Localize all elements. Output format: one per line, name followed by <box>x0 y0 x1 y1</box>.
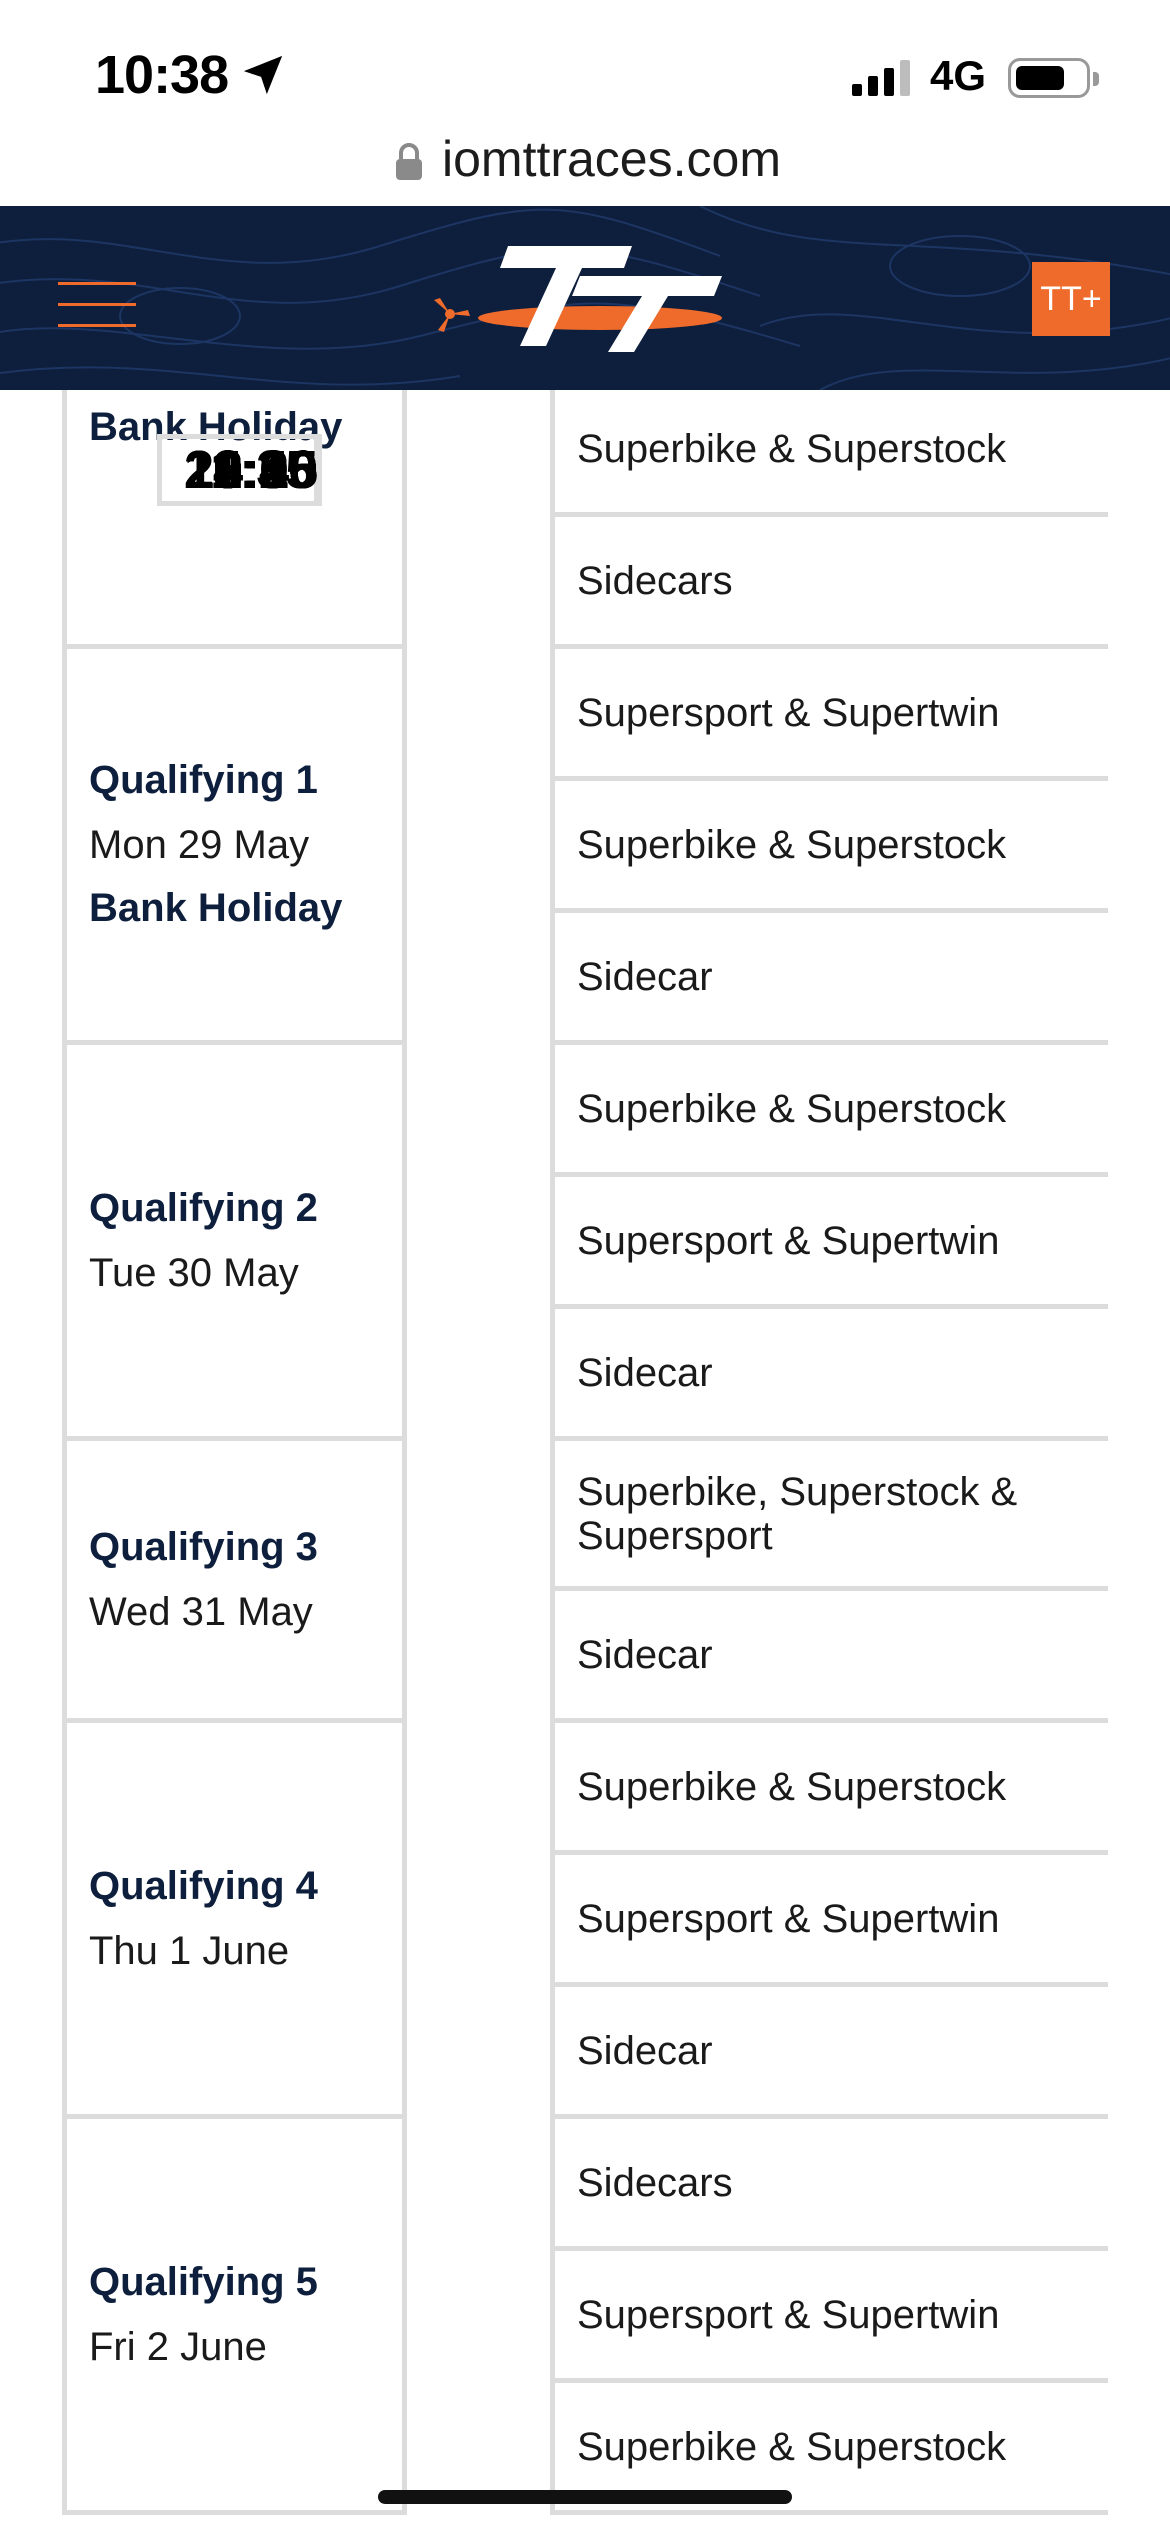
session-class: Supersport & Supertwin <box>550 1850 1108 1987</box>
site-header: TT+ <box>0 206 1170 390</box>
hamburger-menu-icon[interactable] <box>58 278 136 332</box>
session-class: Superbike & Superstock <box>550 1718 1108 1855</box>
status-bar: 10:38 4G <box>0 0 1170 140</box>
session-class: Superbike & Superstock <box>550 1040 1108 1177</box>
session-class: Supersport & Supertwin <box>550 2246 1108 2383</box>
schedule-table: Bank Holiday 11:35 Superbike & Superstock 1… <box>62 390 1108 2515</box>
schedule-row: Qualifying 4 Thu 1 June 18:30 Superbike & S… <box>62 434 1108 2119</box>
session-class: Superbike, Superstock & Supersport <box>550 1436 1108 1591</box>
session-date: Thu 1 June <box>89 1928 290 1973</box>
session-date: Wed 31 May <box>89 1589 313 1634</box>
session-time: 14:45 <box>157 434 323 506</box>
schedule-row: Qualifying 3 Wed 31 May 18:30 Superbike, Su… <box>62 434 1108 1723</box>
session-cell: Bank Holiday <box>62 390 407 649</box>
home-indicator[interactable] <box>378 2490 792 2504</box>
session-cell: Qualifying 1 Mon 29 May Bank Holiday <box>62 644 407 1045</box>
address-bar[interactable]: iomttraces.com <box>0 120 1170 206</box>
schedule-row: Qualifying 1 Mon 29 May Bank Holiday 13:20 S… <box>62 434 1108 1045</box>
session-class: Supersport & Supertwin <box>550 644 1108 781</box>
session-class: Superbike & Superstock <box>550 390 1108 517</box>
tt-plus-button[interactable]: TT+ <box>1032 262 1110 336</box>
session-title: Qualifying 2 <box>89 1185 318 1230</box>
session-class: Sidecar <box>550 1304 1108 1441</box>
lock-icon <box>396 143 422 180</box>
battery-icon <box>1008 58 1099 98</box>
session-title: Qualifying 5 <box>89 2259 318 2304</box>
schedule-row: Qualifying 2 Tue 30 May 18:30 Superbike & S… <box>62 434 1108 1441</box>
status-time: 10:38 <box>95 45 229 105</box>
location-arrow-icon <box>243 55 283 95</box>
schedule-row: Qualifying 5 Fri 2 June 13:00 Sidecars <box>62 434 1108 2515</box>
url-text: iomttraces.com <box>442 131 781 187</box>
signal-icon <box>852 58 912 96</box>
session-date: Mon 29 May <box>89 823 310 867</box>
session-class: Sidecar <box>550 1982 1108 2119</box>
session-class: Sidecars <box>550 2114 1108 2251</box>
session-cell: Qualifying 5 Fri 2 June <box>62 2114 407 2515</box>
session-class: Sidecars <box>550 512 1108 649</box>
session-date: Fri 2 June <box>89 2324 267 2369</box>
network-type: 4G <box>930 52 987 99</box>
session-class: Sidecar <box>550 908 1108 1045</box>
session-cell: Qualifying 4 Thu 1 June <box>62 1718 407 2119</box>
session-class: Sidecar <box>550 1586 1108 1723</box>
session-title: Qualifying 1 <box>89 758 318 802</box>
qualifying-schedule: Bank Holiday 11:35 Superbike & Superstock 1… <box>62 390 1108 2532</box>
tt-logo[interactable] <box>430 242 740 356</box>
session-class: Superbike & Superstock <box>550 776 1108 913</box>
session-title: Qualifying 4 <box>89 1863 318 1908</box>
session-class: Supersport & Supertwin <box>550 1172 1108 1309</box>
session-cell: Qualifying 3 Wed 31 May <box>62 1436 407 1723</box>
session-date: Tue 30 May <box>89 1250 299 1295</box>
session-title: Qualifying 3 <box>89 1524 318 1569</box>
session-note: Bank Holiday <box>89 886 343 930</box>
session-cell: Qualifying 2 Tue 30 May <box>62 1040 407 1441</box>
